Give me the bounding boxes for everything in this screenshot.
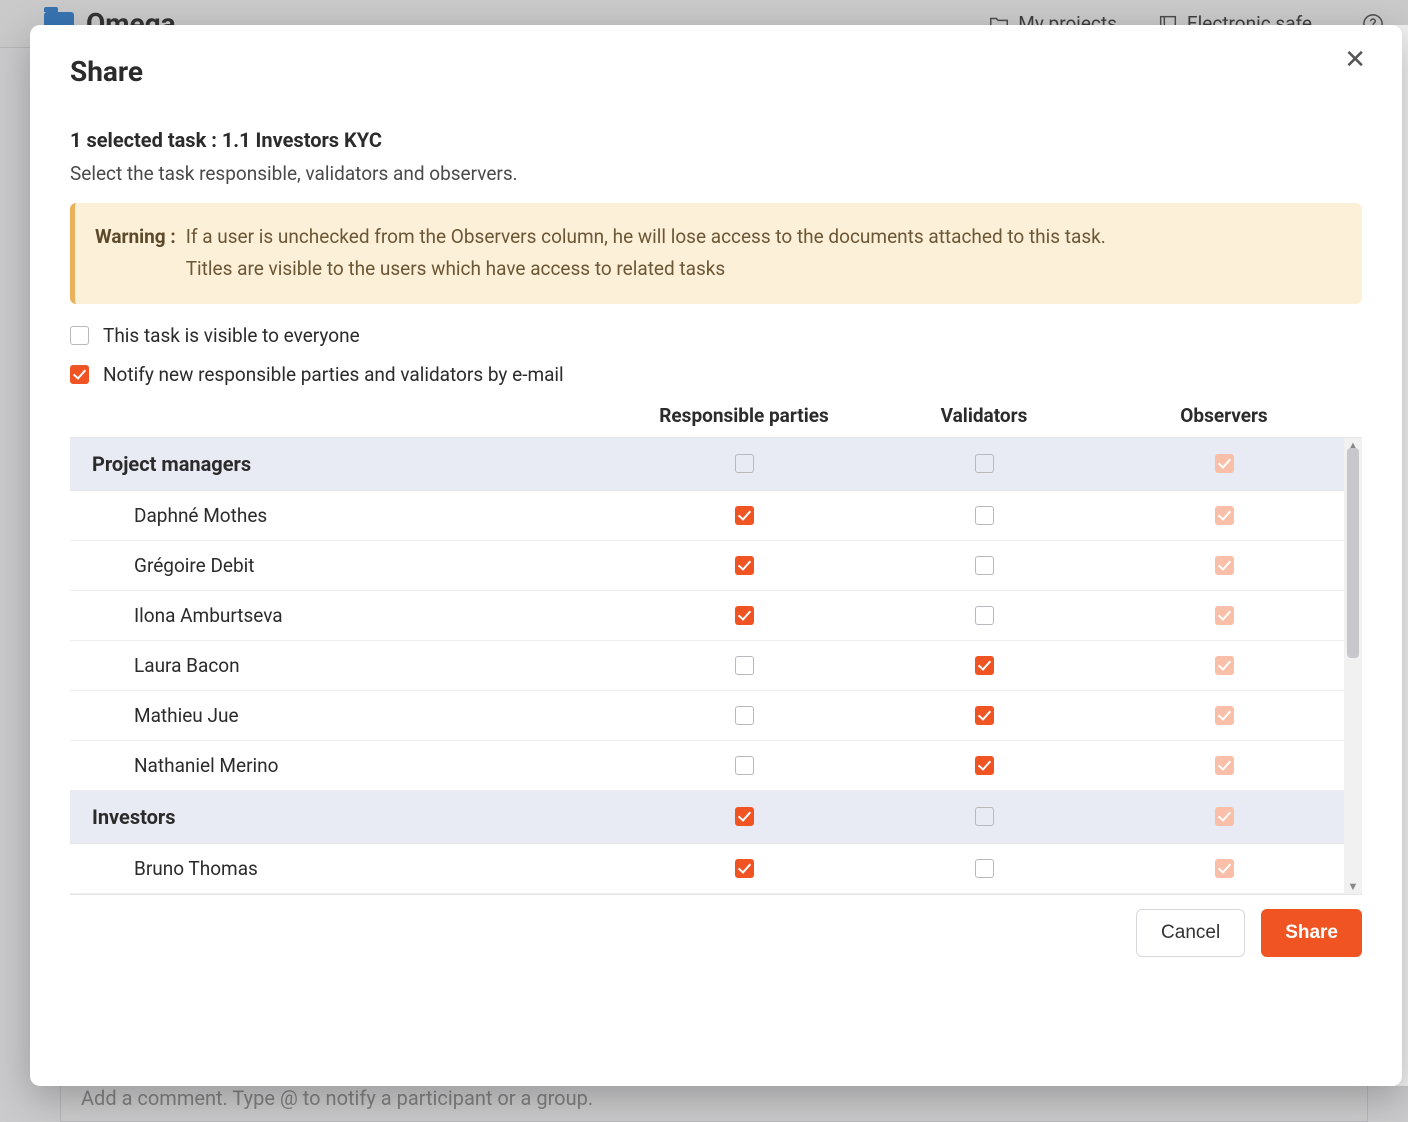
selected-task-label: 1 selected task : 1.1 Investors KYC (70, 128, 1362, 152)
checkbox[interactable] (1215, 756, 1234, 775)
checkbox[interactable] (1215, 859, 1234, 878)
share-modal: ✕ Share 1 selected task : 1.1 Investors … (30, 25, 1402, 1086)
group-name: Investors (92, 805, 624, 829)
cancel-button[interactable]: Cancel (1136, 909, 1245, 957)
user-name: Nathaniel Merino (92, 754, 624, 777)
checkbox[interactable] (735, 859, 754, 878)
checkbox[interactable] (735, 807, 754, 826)
checkbox[interactable] (735, 706, 754, 725)
checkbox[interactable] (975, 506, 994, 525)
group-row: Project managers (70, 438, 1362, 491)
checkbox[interactable] (1215, 656, 1234, 675)
checkbox[interactable] (735, 506, 754, 525)
checkbox[interactable] (735, 556, 754, 575)
checkbox[interactable] (1215, 706, 1234, 725)
close-icon[interactable]: ✕ (1344, 47, 1366, 73)
group-name: Project managers (92, 452, 624, 476)
modal-title: Share (70, 55, 1362, 88)
checkbox[interactable] (975, 859, 994, 878)
checkbox[interactable] (1215, 807, 1234, 826)
warning-label: Warning : (95, 221, 176, 286)
checkbox[interactable] (735, 606, 754, 625)
checkbox[interactable] (1215, 606, 1234, 625)
notify-email-label: Notify new responsible parties and valid… (103, 363, 564, 386)
user-name: Daphné Mothes (92, 504, 624, 527)
checkbox[interactable] (975, 454, 994, 473)
visible-everyone-label: This task is visible to everyone (103, 324, 360, 347)
checkbox[interactable] (975, 756, 994, 775)
checkbox[interactable] (975, 807, 994, 826)
column-responsible: Responsible parties (624, 404, 864, 427)
user-row: Daphné Mothes (70, 491, 1362, 541)
user-name: Bruno Thomas (92, 857, 624, 880)
user-row: Mathieu Jue (70, 691, 1362, 741)
checkbox[interactable] (1215, 454, 1234, 473)
visible-everyone-checkbox[interactable] (70, 326, 89, 345)
notify-email-checkbox[interactable] (70, 365, 89, 384)
checkbox[interactable] (975, 606, 994, 625)
group-row: Investors (70, 791, 1362, 844)
modal-subtitle: Select the task responsible, validators … (70, 162, 1362, 185)
warning-line-1: If a user is unchecked from the Observer… (186, 225, 1106, 248)
checkbox[interactable] (735, 656, 754, 675)
user-row: Ilona Amburtseva (70, 591, 1362, 641)
user-row: Bruno Thomas (70, 844, 1362, 894)
user-row: Laura Bacon (70, 641, 1362, 691)
user-name: Grégoire Debit (92, 554, 624, 577)
checkbox[interactable] (975, 656, 994, 675)
checkbox[interactable] (1215, 506, 1234, 525)
checkbox[interactable] (1215, 556, 1234, 575)
table-scrollbar[interactable]: ▲ ▼ (1344, 438, 1362, 894)
checkbox[interactable] (735, 454, 754, 473)
column-validators: Validators (864, 404, 1104, 427)
user-row: Grégoire Debit (70, 541, 1362, 591)
scrollbar-thumb[interactable] (1347, 448, 1359, 658)
checkbox[interactable] (975, 556, 994, 575)
user-row: Nathaniel Merino (70, 741, 1362, 791)
column-observers: Observers (1104, 404, 1344, 427)
warning-banner: Warning : If a user is unchecked from th… (70, 203, 1362, 304)
warning-line-2: Titles are visible to the users which ha… (186, 257, 726, 280)
share-button[interactable]: Share (1261, 909, 1362, 957)
user-name: Laura Bacon (92, 654, 624, 677)
checkbox[interactable] (975, 706, 994, 725)
user-name: Ilona Amburtseva (92, 604, 624, 627)
user-name: Mathieu Jue (92, 704, 624, 727)
checkbox[interactable] (735, 756, 754, 775)
